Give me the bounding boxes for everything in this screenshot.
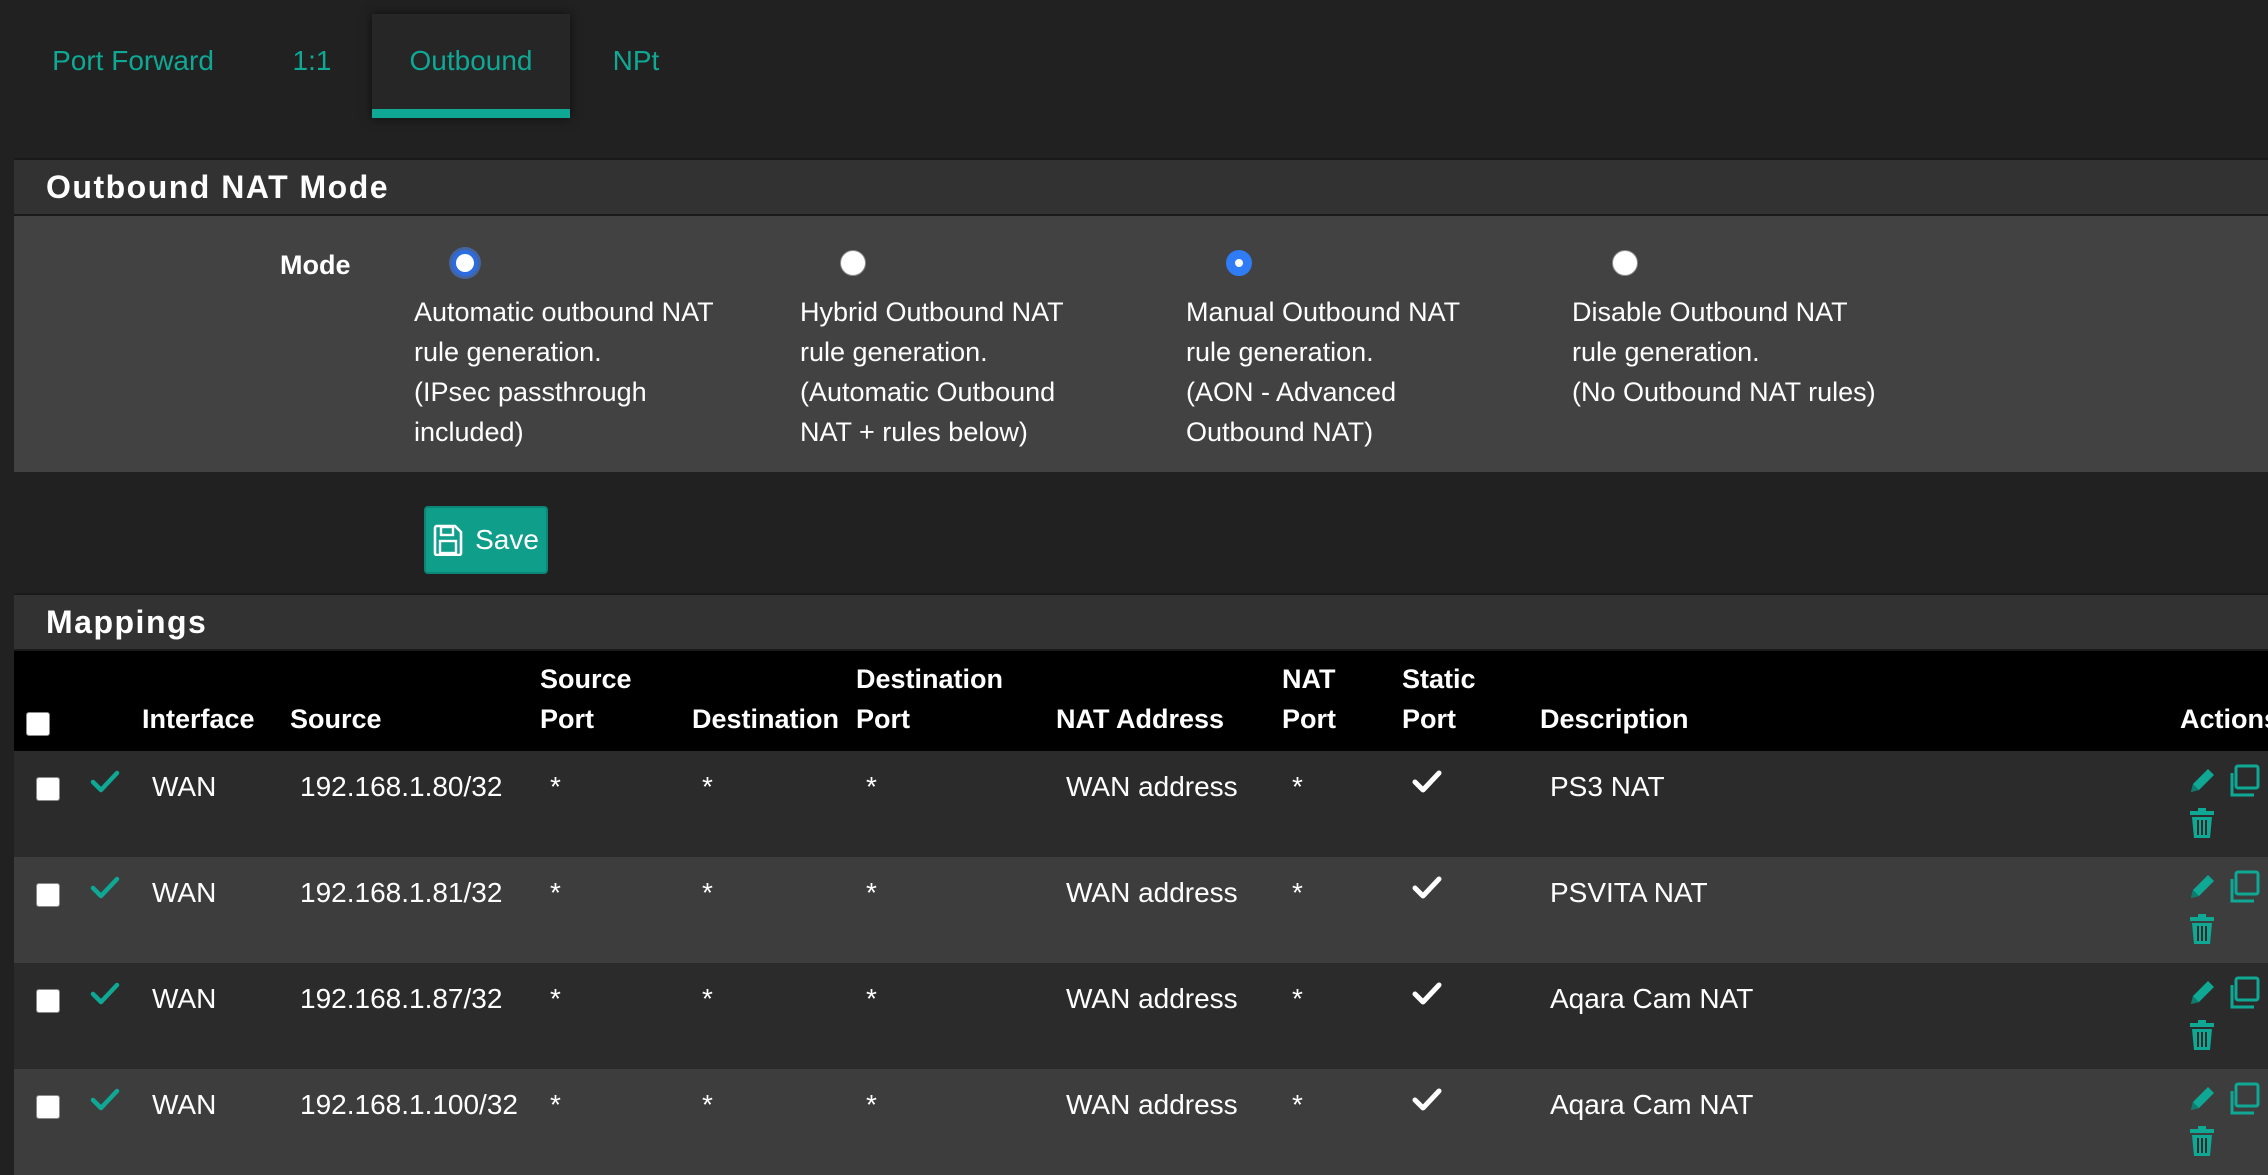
panel-title: Mappings: [14, 593, 2268, 651]
select-all-checkbox[interactable]: [26, 712, 50, 736]
mappings-panel: Mappings Interface Source Source Port De…: [14, 593, 2268, 1175]
enabled-check-icon[interactable]: [90, 875, 120, 906]
cell-nat-port: *: [1292, 983, 1303, 1014]
table-row[interactable]: WAN 192.168.1.80/32 * * * WAN address * PS3 NAT: [14, 751, 2268, 857]
tab-one-to-one[interactable]: 1:1: [252, 14, 372, 118]
cell-description: PS3 NAT: [1550, 771, 1665, 802]
cell-interface: WAN: [152, 771, 217, 802]
trash-icon[interactable]: [2188, 1125, 2216, 1162]
row-checkbox[interactable]: [36, 989, 60, 1013]
cell-destination: *: [702, 771, 713, 802]
cell-nat-port: *: [1292, 771, 1303, 802]
cell-source: 192.168.1.80/32: [300, 771, 503, 802]
table-row[interactable]: WAN 192.168.1.81/32 * * * WAN address * PSVITA …: [14, 857, 2268, 963]
mode-option-text[interactable]: Manual Outbound NAT rule generation. (AO…: [1186, 292, 1526, 452]
save-button[interactable]: Save: [424, 506, 548, 574]
cell-source-port: *: [550, 1089, 561, 1120]
trash-icon[interactable]: [2188, 913, 2216, 950]
nat-tabs: Port Forward 1:1 Outbound NPt: [14, 14, 702, 118]
table-row[interactable]: WAN 192.168.1.100/32 * * * WAN address * Aqara …: [14, 1069, 2268, 1175]
cell-interface: WAN: [152, 1089, 217, 1120]
table-row[interactable]: WAN 192.168.1.87/32 * * * WAN address * Aqara C…: [14, 963, 2268, 1069]
col-nat-address[interactable]: NAT Address: [1056, 699, 1224, 739]
cell-nat-address: WAN address: [1066, 1089, 1238, 1120]
tab-npt[interactable]: NPt: [570, 14, 702, 118]
mode-option-text[interactable]: Disable Outbound NAT rule generation. (N…: [1572, 292, 1912, 412]
pencil-icon[interactable]: [2186, 1083, 2218, 1120]
copy-icon[interactable]: [2226, 869, 2262, 910]
row-checkbox[interactable]: [36, 1095, 60, 1119]
static-port-check-icon: [1412, 769, 1442, 800]
cell-destination-port: *: [866, 877, 877, 908]
cell-source-port: *: [550, 983, 561, 1014]
radio-hybrid[interactable]: [840, 250, 866, 276]
col-destination-port[interactable]: Destination Port: [856, 659, 1003, 739]
cell-destination-port: *: [866, 983, 877, 1014]
cell-nat-port: *: [1292, 1089, 1303, 1120]
col-interface[interactable]: Interface: [142, 699, 255, 739]
cell-interface: WAN: [152, 877, 217, 908]
cell-nat-address: WAN address: [1066, 771, 1238, 802]
col-nat-port[interactable]: NAT Port: [1282, 659, 1336, 739]
col-source-port[interactable]: Source Port: [540, 659, 632, 739]
copy-icon[interactable]: [2226, 1081, 2262, 1122]
copy-icon[interactable]: [2226, 975, 2262, 1016]
cell-destination: *: [702, 1089, 713, 1120]
static-port-check-icon: [1412, 1087, 1442, 1118]
cell-source-port: *: [550, 771, 561, 802]
tab-outbound[interactable]: Outbound: [372, 14, 570, 118]
col-description[interactable]: Description: [1540, 699, 1689, 739]
cell-nat-address: WAN address: [1066, 877, 1238, 908]
col-actions: Actions: [2180, 704, 2268, 734]
cell-source: 192.168.1.87/32: [300, 983, 503, 1014]
tab-port-forward[interactable]: Port Forward: [14, 14, 252, 118]
floppy-disk-icon: [433, 524, 463, 556]
mode-label: Mode: [280, 250, 351, 280]
trash-icon[interactable]: [2188, 1019, 2216, 1056]
mode-option-text[interactable]: Hybrid Outbound NAT rule generation. (Au…: [800, 292, 1140, 452]
cell-nat-port: *: [1292, 877, 1303, 908]
cell-description: PSVITA NAT: [1550, 877, 1708, 908]
cell-destination-port: *: [866, 771, 877, 802]
cell-destination-port: *: [866, 1089, 877, 1120]
static-port-check-icon: [1412, 875, 1442, 906]
row-checkbox[interactable]: [36, 883, 60, 907]
enabled-check-icon[interactable]: [90, 1087, 120, 1118]
col-source[interactable]: Source: [290, 699, 382, 739]
enabled-check-icon[interactable]: [90, 981, 120, 1012]
enabled-check-icon[interactable]: [90, 769, 120, 800]
cell-source-port: *: [550, 877, 561, 908]
mode-option-text[interactable]: Automatic outbound NAT rule generation. …: [414, 292, 754, 452]
col-static-port[interactable]: Static Port: [1402, 659, 1476, 739]
cell-interface: WAN: [152, 983, 217, 1014]
table-header: Interface Source Source Port Destination…: [14, 651, 2268, 751]
col-destination[interactable]: Destination: [692, 699, 839, 739]
cell-description: Aqara Cam NAT: [1550, 983, 1754, 1014]
pencil-icon[interactable]: [2186, 977, 2218, 1014]
cell-source: 192.168.1.100/32: [300, 1089, 518, 1120]
cell-description: Aqara Cam NAT: [1550, 1089, 1754, 1120]
copy-icon[interactable]: [2226, 763, 2262, 804]
cell-destination: *: [702, 877, 713, 908]
pencil-icon[interactable]: [2186, 871, 2218, 908]
save-button-label: Save: [475, 524, 539, 555]
row-checkbox[interactable]: [36, 777, 60, 801]
outbound-nat-mode-panel: Outbound NAT Mode Mode Automatic outboun…: [14, 158, 2268, 472]
radio-disable[interactable]: [1612, 250, 1638, 276]
cell-nat-address: WAN address: [1066, 983, 1238, 1014]
pencil-icon[interactable]: [2186, 765, 2218, 802]
panel-title: Outbound NAT Mode: [14, 158, 2268, 216]
trash-icon[interactable]: [2188, 807, 2216, 844]
cell-destination: *: [702, 983, 713, 1014]
cell-source: 192.168.1.81/32: [300, 877, 503, 908]
radio-manual[interactable]: [1226, 250, 1252, 276]
static-port-check-icon: [1412, 981, 1442, 1012]
radio-automatic[interactable]: [452, 250, 478, 276]
